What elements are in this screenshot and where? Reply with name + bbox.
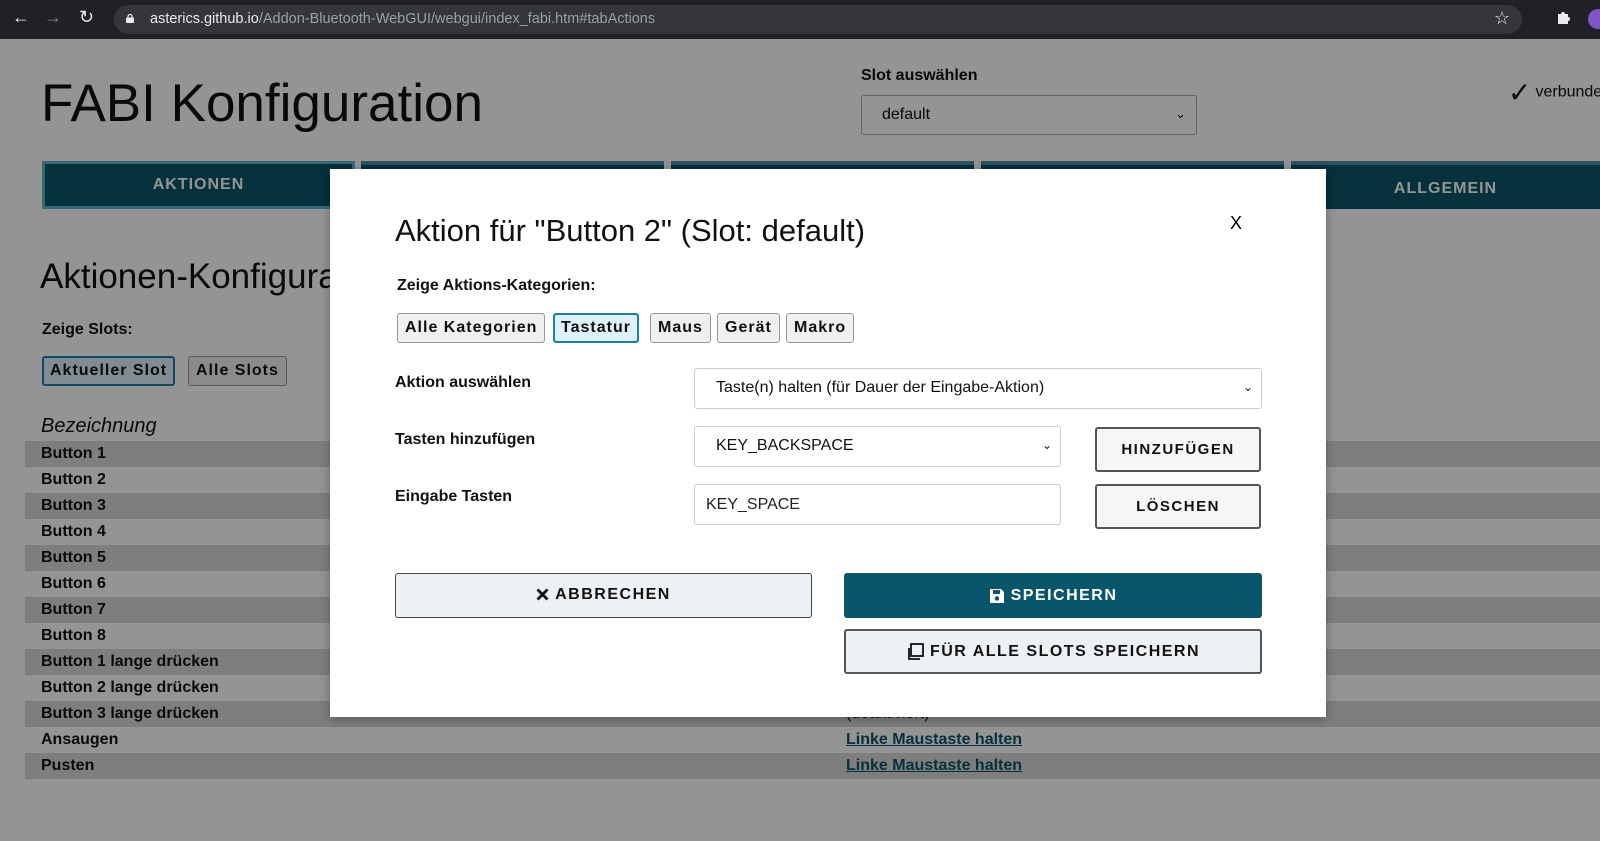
key-select[interactable]: KEY_BACKSPACE ⌄ [694, 426, 1061, 467]
browser-toolbar: ← → ↻ asterics.github.io/Addon-Bluetooth… [0, 0, 1600, 39]
category-mouse[interactable]: Maus [650, 313, 711, 343]
url-text: asterics.github.io/Addon-Bluetooth-WebGU… [150, 11, 656, 27]
input-keys-label: Eingabe Tasten [395, 488, 513, 505]
bookmark-star-icon[interactable]: ☆ [1494, 8, 1510, 29]
chevron-down-icon: ⌄ [1242, 380, 1253, 394]
address-bar[interactable]: asterics.github.io/Addon-Bluetooth-WebGU… [114, 5, 1522, 34]
chevron-down-icon: ⌄ [1041, 438, 1052, 452]
category-all[interactable]: Alle Kategorien [397, 313, 546, 343]
save-button[interactable]: SPEICHERN [844, 573, 1262, 618]
action-select-label: Aktion auswählen [395, 374, 532, 391]
categories-label: Zeige Aktions-Kategorien: [397, 277, 596, 294]
action-select[interactable]: Taste(n) halten (für Dauer der Eingabe-A… [694, 368, 1262, 409]
floppy-disk-icon [989, 588, 1004, 603]
back-icon[interactable]: ← [12, 7, 30, 28]
action-dialog: Aktion für "Button 2" (Slot: default) X … [330, 169, 1326, 717]
delete-keys-button[interactable]: LÖSCHEN [1095, 484, 1261, 529]
input-keys-field[interactable] [694, 484, 1061, 525]
action-select-value: Taste(n) halten (für Dauer der Eingabe-A… [716, 379, 1045, 396]
category-macro[interactable]: Makro [786, 313, 855, 343]
close-button[interactable]: X [1230, 213, 1242, 234]
extensions-puzzle-icon[interactable] [1555, 8, 1573, 31]
forward-icon[interactable]: → [44, 7, 62, 28]
add-keys-label: Tasten hinzufügen [395, 431, 536, 448]
profile-avatar[interactable] [1588, 9, 1600, 29]
category-device[interactable]: Gerät [717, 313, 780, 343]
close-x-icon [536, 588, 549, 601]
key-select-value: KEY_BACKSPACE [716, 437, 854, 454]
reload-icon[interactable]: ↻ [79, 7, 94, 28]
add-key-button[interactable]: HINZUFÜGEN [1095, 427, 1261, 472]
dialog-title: Aktion für "Button 2" (Slot: default) [395, 213, 866, 248]
category-keyboard[interactable]: Tastatur [553, 313, 639, 343]
cancel-button[interactable]: ABBRECHEN [395, 573, 812, 618]
lock-icon [126, 14, 134, 23]
copy-icon [908, 642, 924, 660]
save-all-slots-button[interactable]: FÜR ALLE SLOTS SPEICHERN [844, 629, 1262, 674]
